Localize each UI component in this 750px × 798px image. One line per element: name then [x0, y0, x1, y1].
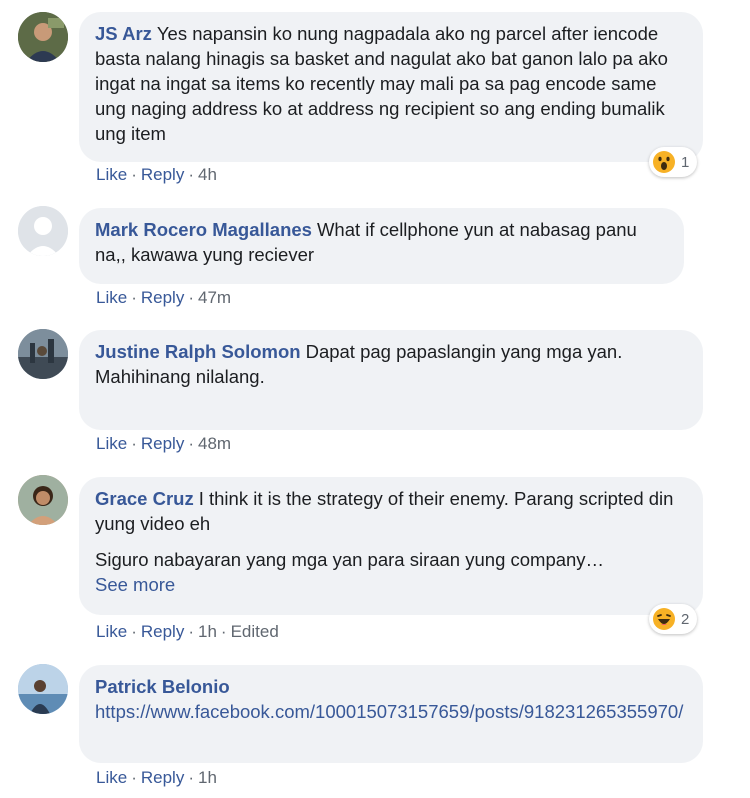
separator: ·	[131, 165, 137, 184]
avatar[interactable]	[18, 12, 68, 62]
comment-bubble: Grace Cruz I think it is the strategy of …	[79, 477, 703, 615]
comment-author[interactable]: JS Arz	[95, 23, 152, 44]
comment-bubble: Justine Ralph Solomon Dapat pag papaslang…	[79, 330, 703, 430]
comment-actions: Like · Reply · 48m	[96, 434, 231, 454]
post-link[interactable]: https://www.facebook.com/100015073157659…	[95, 699, 687, 724]
avatar[interactable]	[18, 206, 68, 256]
comment-text-continued: Siguro nabayaran yang mga yan para siraa…	[95, 549, 605, 570]
separator: ·	[188, 434, 194, 453]
reply-link[interactable]: Reply	[141, 434, 184, 453]
edited-label[interactable]: Edited	[231, 622, 279, 641]
see-more-link[interactable]: See more	[95, 572, 687, 597]
avatar[interactable]	[18, 664, 68, 714]
profile-photo-icon	[18, 12, 68, 62]
profile-photo-icon	[18, 664, 68, 714]
separator: ·	[188, 165, 194, 184]
reaction-count: 2	[681, 610, 690, 628]
separator: ·	[131, 434, 137, 453]
comment-author[interactable]: Mark Rocero Magallanes	[95, 219, 312, 240]
comment-actions: Like · Reply · 1h	[96, 768, 217, 788]
separator: ·	[131, 622, 137, 641]
separator: ·	[131, 288, 137, 307]
comment-bubble: Patrick Belonio https://www.facebook.com…	[79, 665, 703, 763]
reply-link[interactable]: Reply	[141, 165, 184, 184]
reply-link[interactable]: Reply	[141, 622, 184, 641]
timestamp[interactable]: 48m	[198, 434, 231, 453]
haha-reaction-icon	[653, 608, 675, 630]
reaction-badge[interactable]: 2	[649, 604, 698, 634]
separator: ·	[188, 768, 194, 787]
separator: ·	[188, 288, 194, 307]
avatar[interactable]	[18, 329, 68, 379]
profile-photo-icon	[18, 475, 68, 525]
comment-author[interactable]: Patrick Belonio	[95, 674, 682, 699]
like-link[interactable]: Like	[96, 434, 127, 453]
comment-actions: Like · Reply · 4h	[96, 165, 217, 185]
reply-link[interactable]: Reply	[141, 288, 184, 307]
reaction-count: 1	[681, 153, 690, 171]
comment-author[interactable]: Justine Ralph Solomon	[95, 341, 301, 362]
comment-bubble: Mark Rocero Magallanes What if cellphone …	[79, 208, 684, 284]
like-link[interactable]: Like	[96, 768, 127, 787]
wow-reaction-icon	[653, 151, 675, 173]
profile-photo-icon	[18, 329, 68, 379]
comment-actions: Like · Reply · 1h · Edited	[96, 622, 279, 642]
like-link[interactable]: Like	[96, 288, 127, 307]
separator: ·	[220, 622, 227, 641]
like-link[interactable]: Like	[96, 165, 127, 184]
reply-link[interactable]: Reply	[141, 768, 184, 787]
like-link[interactable]: Like	[96, 622, 127, 641]
comment-bubble: JS Arz Yes napansin ko nung nagpadala ako…	[79, 12, 703, 162]
timestamp[interactable]: 1h	[198, 622, 217, 641]
timestamp[interactable]: 1h	[198, 768, 217, 787]
timestamp[interactable]: 4h	[198, 165, 217, 184]
separator: ·	[131, 768, 137, 787]
comment-author[interactable]: Grace Cruz	[95, 488, 194, 509]
timestamp[interactable]: 47m	[198, 288, 231, 307]
comment-text: Yes napansin ko nung nagpadala ako ng pa…	[95, 23, 674, 144]
comment-actions: Like · Reply · 47m	[96, 288, 231, 308]
avatar[interactable]	[18, 475, 68, 525]
separator: ·	[188, 622, 194, 641]
reaction-badge[interactable]: 1	[649, 147, 698, 177]
default-profile-icon	[18, 206, 68, 256]
